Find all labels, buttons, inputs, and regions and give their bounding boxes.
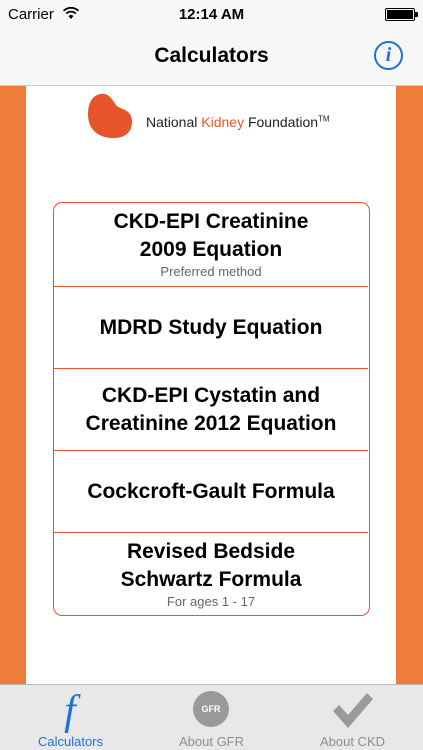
kidney-logo-icon — [88, 93, 132, 139]
calculator-ckd-epi-cystatin[interactable]: CKD-EPI Cystatin and Creatinine 2012 Equ… — [54, 369, 368, 451]
item-line2: Schwartz Formula — [120, 568, 302, 591]
content-card: National Kidney FoundationTM CKD-EPI Cre… — [26, 86, 396, 684]
item-line1: CKD-EPI Creatinine — [113, 210, 309, 233]
nkf-word-kidney: Kidney — [201, 114, 245, 130]
info-icon[interactable]: i — [374, 41, 403, 70]
tab-about-ckd[interactable]: About CKD — [282, 685, 423, 750]
nkf-wordmark: National Kidney FoundationTM — [146, 114, 330, 130]
tab-label: Calculators — [37, 734, 104, 749]
tab-bar: f Calculators GFR About GFR About CKD — [0, 684, 423, 750]
tab-about-gfr[interactable]: GFR About GFR — [141, 685, 282, 750]
item-subtitle: For ages 1 - 17 — [166, 594, 256, 609]
clock: 12:14 AM — [178, 6, 245, 23]
nkf-logo: National Kidney FoundationTM — [86, 92, 376, 140]
nkf-word-foundation: Foundation — [244, 114, 319, 130]
page-title: Calculators — [154, 44, 269, 67]
nkf-word-national: National — [146, 114, 202, 130]
item-line2: 2009 Equation — [139, 238, 283, 261]
calculator-ckd-epi-creatinine[interactable]: CKD-EPI Creatinine 2009 Equation Preferr… — [54, 203, 368, 287]
calculator-list: CKD-EPI Creatinine 2009 Equation Preferr… — [53, 202, 370, 616]
gfr-icon: GFR — [186, 691, 236, 731]
function-glyph: f — [64, 688, 76, 734]
status-bar: Carrier 12:14 AM — [0, 0, 423, 30]
item-line1: CKD-EPI Cystatin and — [101, 384, 321, 407]
tab-calculators[interactable]: f Calculators — [0, 685, 141, 750]
battery-icon — [385, 8, 418, 21]
calculator-schwartz[interactable]: Revised Bedside Schwartz Formula For age… — [54, 533, 368, 615]
gfr-badge: GFR — [193, 691, 229, 727]
item-line1: Cockcroft-Gault Formula — [87, 480, 335, 503]
item-line2: Creatinine 2012 Equation — [85, 412, 337, 435]
trademark: TM — [318, 114, 330, 124]
item-line1: Revised Bedside — [126, 540, 296, 563]
navigation-bar: Calculators i — [0, 30, 423, 86]
checkmark-icon — [327, 691, 377, 731]
function-icon: f — [45, 688, 95, 734]
content-area: National Kidney FoundationTM CKD-EPI Cre… — [0, 86, 423, 684]
tab-label: About CKD — [319, 734, 386, 749]
calculator-mdrd[interactable]: MDRD Study Equation — [54, 287, 368, 369]
calculator-cockcroft-gault[interactable]: Cockcroft-Gault Formula — [54, 451, 368, 533]
item-line1: MDRD Study Equation — [99, 316, 323, 339]
item-subtitle: Preferred method — [160, 264, 262, 279]
tab-label: About GFR — [178, 734, 245, 749]
